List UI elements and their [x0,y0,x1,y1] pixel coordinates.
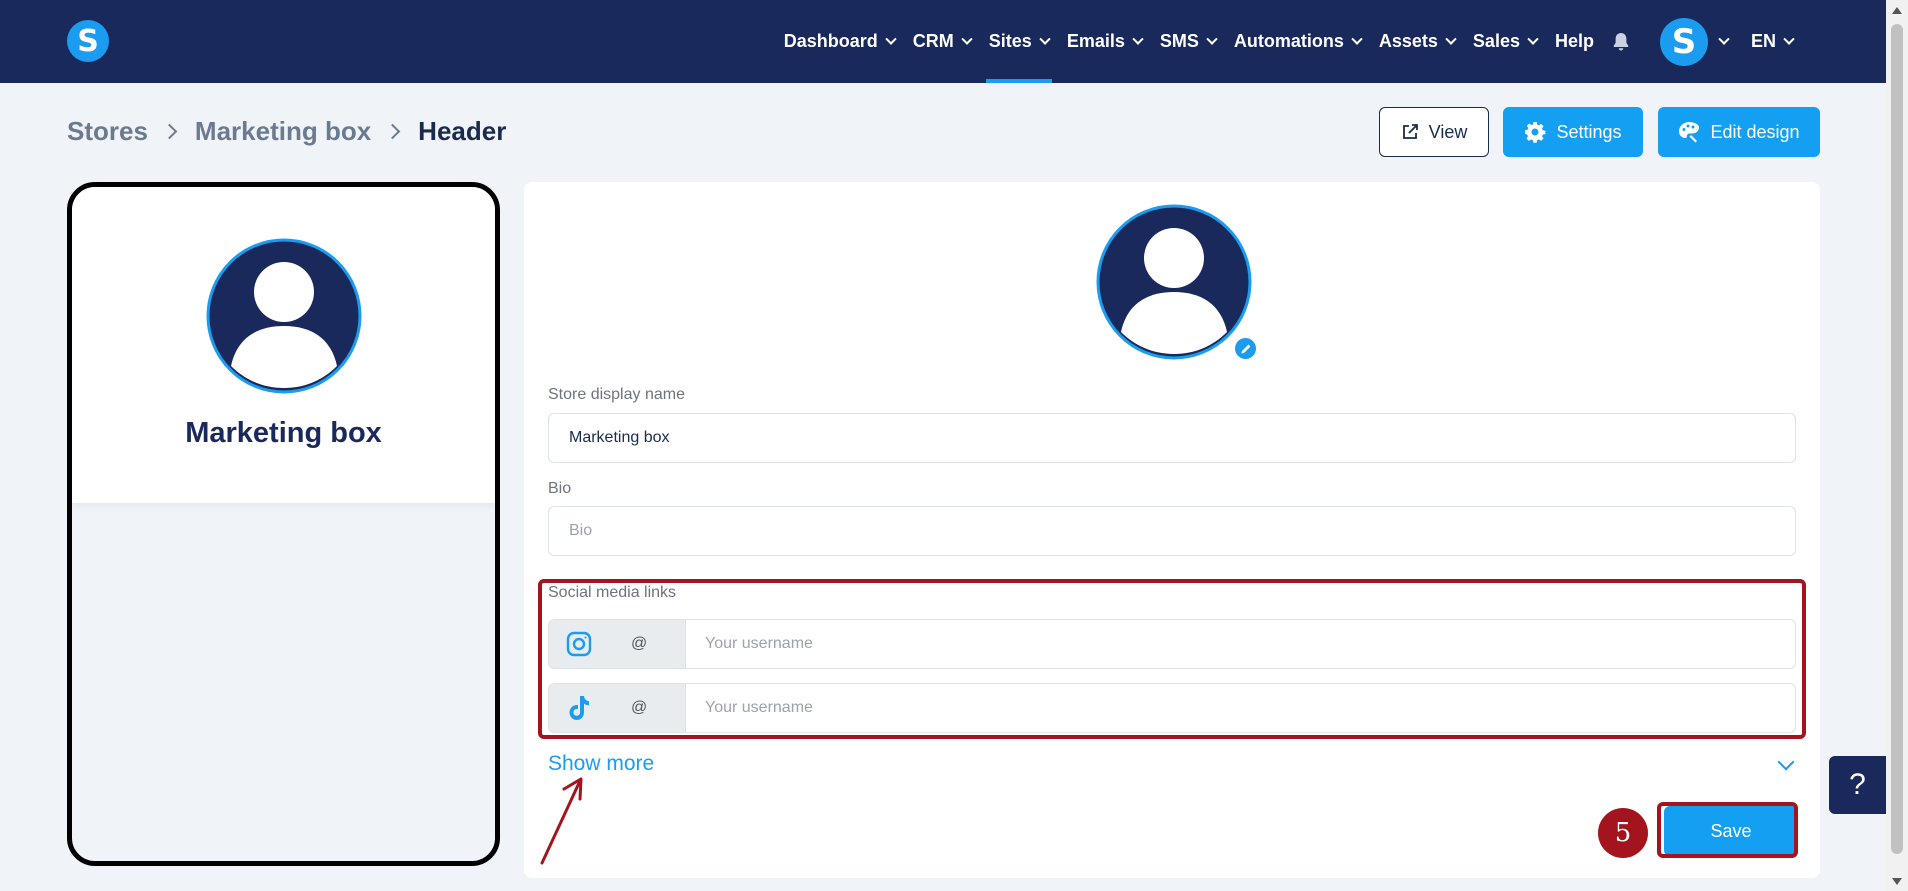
chevron-down-icon [1351,33,1363,45]
user-avatar-icon [206,238,362,394]
nav-item-automations[interactable]: Automations [1225,0,1370,83]
breadcrumb-marketing-box[interactable]: Marketing box [195,116,371,147]
breadcrumb-stores[interactable]: Stores [67,116,148,147]
nav-item-sites[interactable]: Sites [980,0,1058,83]
breadcrumb-current: Header [418,116,507,146]
bio-input[interactable]: Bio [548,506,1796,556]
nav-label: Emails [1066,31,1125,51]
top-navbar: S Dashboard CRM Sites Emails SMS Automat… [0,0,1886,83]
chevron-down-icon [1783,33,1795,45]
display-name-label: Store display name [548,386,685,403]
nav-item-sales[interactable]: Sales [1464,0,1546,83]
chevron-down-icon [1206,33,1218,45]
view-button[interactable]: View [1379,107,1489,157]
external-link-icon [1401,123,1419,141]
header-form-card: Store display name Marketing box Bio Bio… [524,182,1820,878]
at-prefix: @ [631,635,648,652]
user-avatar: S [1659,17,1708,66]
scroll-down-arrow[interactable] [1892,878,1902,885]
nav-label: SMS [1159,31,1199,51]
main-nav: Dashboard CRM Sites Emails SMS Automatio… [775,0,1802,83]
help-button[interactable]: ? [1829,756,1886,814]
brand-logo[interactable]: S [67,20,109,62]
input-prefix: @ [549,684,686,732]
nav-label: Assets [1378,31,1438,51]
show-more-link[interactable]: Show more [548,752,654,776]
instagram-icon [549,631,609,657]
annotation-arrow-icon [540,777,583,865]
nav-label: Dashboard [783,31,878,51]
nav-label: Help [1554,31,1594,51]
nav-item-crm[interactable]: CRM [904,0,980,83]
instagram-link-field: @ Your username [548,619,1796,669]
chevron-down-icon [1132,33,1144,45]
nav-label: Automations [1233,31,1344,51]
palette-icon [1678,121,1700,143]
edit-avatar-button[interactable] [1232,335,1259,362]
gear-icon [1524,121,1546,143]
chevron-down-icon [1718,33,1730,45]
nav-label: Sales [1472,31,1520,51]
store-avatar[interactable] [1096,204,1252,365]
language-label: EN [1750,31,1776,51]
chevron-down-icon [1039,33,1051,45]
nav-item-assets[interactable]: Assets [1370,0,1464,83]
view-label: View [1428,121,1468,142]
nav-label: CRM [912,31,954,51]
input-prefix: @ [549,620,686,668]
chevron-down-icon [961,33,973,45]
edit-design-label: Edit design [1710,121,1800,142]
tiktok-link-field: @ Your username [548,683,1796,733]
nav-item-sms[interactable]: SMS [1151,0,1225,83]
user-avatar-icon [1096,204,1252,360]
chevron-down-icon [1445,33,1457,45]
display-name-input[interactable]: Marketing box [548,413,1796,463]
chevron-right-icon [161,123,178,140]
nav-item-dashboard[interactable]: Dashboard [775,0,904,83]
settings-button[interactable]: Settings [1503,107,1643,157]
chevron-down-icon [885,33,897,45]
breadcrumb: Stores Marketing box Header [67,116,506,147]
mobile-preview: Marketing box [67,182,500,866]
bio-label: Bio [548,480,572,497]
nav-item-emails[interactable]: Emails [1058,0,1151,83]
scrollbar-thumb[interactable] [1891,24,1903,854]
user-menu[interactable]: S [1639,0,1730,83]
social-links-label: Social media links [548,584,677,601]
page-scrollbar[interactable] [1886,0,1908,891]
edit-design-button[interactable]: Edit design [1658,107,1820,157]
pencil-icon [1235,338,1256,359]
preview-store-name: Marketing box [185,417,382,449]
tiktok-icon [549,695,609,721]
tiktok-username-input[interactable]: Your username [686,684,1795,732]
settings-label: Settings [1556,121,1622,142]
notifications-bell-icon[interactable] [1603,0,1639,83]
nav-label: Sites [988,31,1032,51]
nav-item-help[interactable]: Help [1546,0,1603,83]
preview-header: Marketing box [72,187,495,503]
preview-avatar [206,238,362,399]
at-prefix: @ [631,699,648,716]
language-selector[interactable]: EN [1742,0,1802,83]
step-badge: 5 [1598,808,1648,858]
chevron-right-icon [384,123,401,140]
scroll-up-arrow[interactable] [1892,7,1902,14]
save-button[interactable]: Save [1664,806,1798,856]
instagram-username-input[interactable]: Your username [686,620,1795,668]
chevron-down-icon[interactable] [1777,753,1795,771]
chevron-down-icon [1527,33,1539,45]
